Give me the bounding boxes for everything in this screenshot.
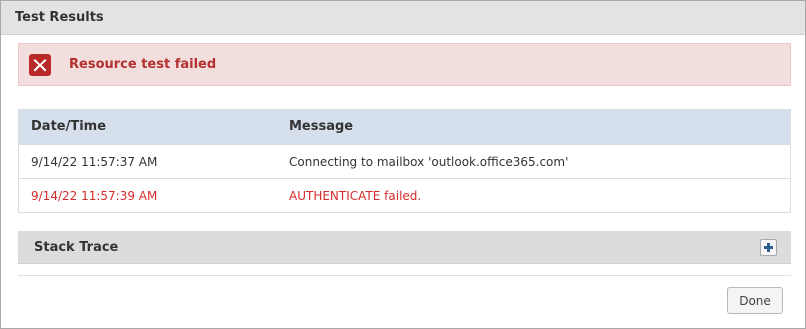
- test-results-dialog: Test Results Resource test failed Date/T…: [0, 0, 806, 329]
- error-alert: Resource test failed: [18, 43, 791, 86]
- expand-stack-trace-button[interactable]: [760, 239, 777, 256]
- table-row: 9/14/22 11:57:37 AM Connecting to mailbo…: [19, 144, 790, 178]
- stack-trace-title: Stack Trace: [34, 240, 119, 255]
- row-message: AUTHENTICATE failed.: [289, 189, 422, 203]
- table-header: Date/Time Message: [19, 110, 790, 144]
- error-x-icon: [29, 54, 51, 76]
- dialog-header: Test Results: [1, 1, 805, 35]
- row-message: Connecting to mailbox 'outlook.office365…: [289, 155, 569, 169]
- row-datetime: 9/14/22 11:57:37 AM: [31, 155, 158, 169]
- row-datetime: 9/14/22 11:57:39 AM: [31, 189, 158, 203]
- dialog-title: Test Results: [15, 10, 104, 25]
- header-message: Message: [289, 119, 354, 134]
- table-row-error: 9/14/22 11:57:39 AM AUTHENTICATE failed.: [19, 178, 790, 212]
- alert-message: Resource test failed: [69, 57, 217, 72]
- stack-trace-panel[interactable]: Stack Trace: [18, 231, 791, 264]
- done-button[interactable]: Done: [727, 287, 783, 314]
- header-datetime: Date/Time: [31, 119, 107, 134]
- results-table: Date/Time Message 9/14/22 11:57:37 AM Co…: [18, 109, 791, 213]
- footer-divider: [18, 275, 791, 276]
- plus-icon: [764, 243, 773, 252]
